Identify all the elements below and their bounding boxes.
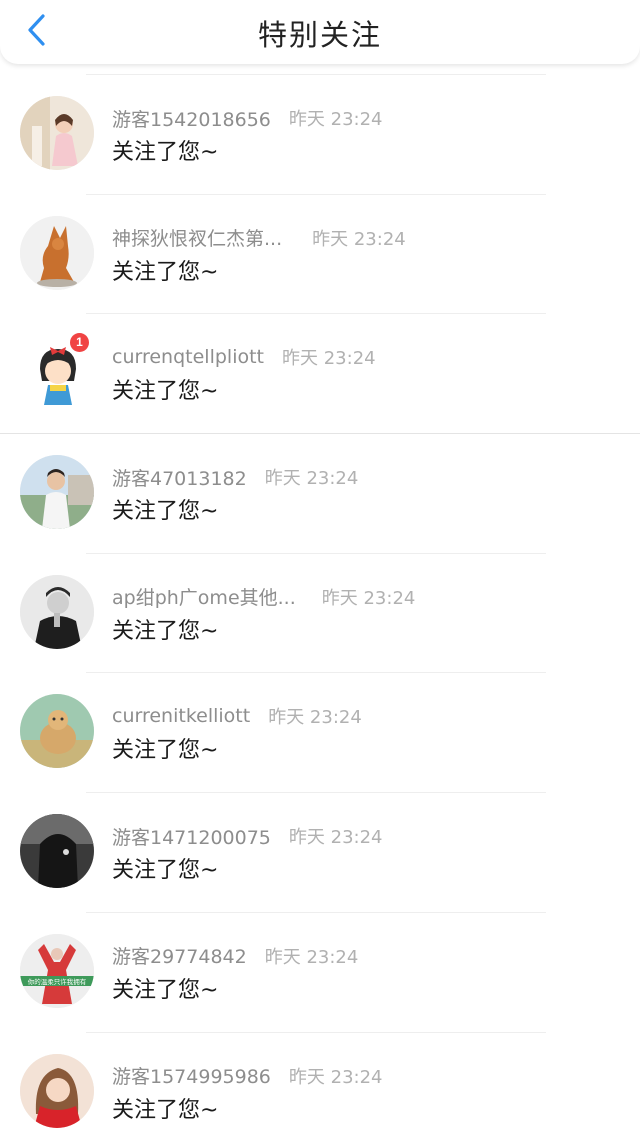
avatar[interactable]: [20, 694, 94, 769]
list-item[interactable]: 1 currenqtellpliott 昨天 23:24 关注了您~: [0, 313, 640, 433]
list-item[interactable]: 游客1542018656 昨天 23:24 关注了您~: [0, 74, 640, 194]
name-line: ap绀ph广ome其他... 昨天 23:24: [112, 584, 415, 610]
list-item[interactable]: currenitkelliott 昨天 23:24 关注了您~: [0, 672, 640, 792]
timestamp: 昨天 23:24: [288, 827, 383, 849]
message-text: 关注了您~: [112, 977, 219, 1003]
avatar-man-bw: [20, 574, 94, 649]
divider: [86, 552, 546, 554]
avatar-dog-field: [20, 694, 94, 769]
user-name[interactable]: 游客1574995986: [112, 1062, 271, 1089]
avatar[interactable]: [20, 574, 94, 649]
message-text: 关注了您~: [112, 259, 219, 285]
divider: [0, 433, 640, 435]
avatar-woman-scarf: [20, 1053, 94, 1128]
user-name[interactable]: 游客47013182: [112, 464, 247, 491]
timestamp: 昨天 23:24: [282, 348, 376, 370]
user-name[interactable]: 游客29774842: [112, 942, 247, 969]
avatar[interactable]: [20, 215, 94, 290]
list-item[interactable]: 游客47013182 昨天 23:24 关注了您~: [0, 433, 640, 553]
avatar[interactable]: [20, 96, 94, 170]
name-line: 神探狄恨衩仁杰第... 昨天 23:24: [112, 225, 406, 251]
list-item[interactable]: 你的温柔只许我拥有 游客29774842 昨天 23:24 关注了您~: [0, 911, 640, 1032]
divider: [86, 672, 546, 674]
user-name[interactable]: currenqtellpliott: [112, 346, 264, 368]
user-name[interactable]: 游客1471200075: [112, 823, 271, 850]
message-text: 关注了您~: [112, 379, 219, 405]
avatar-red-figure: 你的温柔只许我拥有: [20, 933, 94, 1008]
top-bar: 特别关注: [0, 0, 640, 64]
name-line: 游客47013182 昨天 23:24: [112, 464, 358, 490]
user-name[interactable]: ap绀ph广ome其他...: [112, 583, 296, 610]
message-text: 关注了您~: [112, 738, 219, 764]
name-line: currenqtellpliott 昨天 23:24: [112, 344, 376, 370]
avatar[interactable]: 你的温柔只许我拥有: [20, 933, 94, 1008]
divider: [86, 911, 546, 913]
avatar[interactable]: [20, 814, 94, 889]
name-line: 游客1471200075 昨天 23:24: [112, 823, 383, 849]
avatar-girl-photo: [20, 96, 94, 170]
user-name[interactable]: 游客1542018656: [112, 105, 271, 132]
avatar[interactable]: [20, 455, 94, 530]
avatar-caption: 你的温柔只许我拥有: [28, 977, 87, 986]
timestamp: 昨天 23:24: [264, 468, 359, 490]
name-line: 游客29774842 昨天 23:24: [112, 943, 358, 969]
list-item[interactable]: 神探狄恨衩仁杰第... 昨天 23:24 关注了您~: [0, 193, 640, 314]
timestamp: 昨天 23:24: [264, 946, 359, 968]
avatar-dark-hood: [20, 814, 94, 889]
divider: [86, 74, 546, 75]
timestamp: 昨天 23:24: [268, 707, 362, 729]
page-title: 特别关注: [257, 18, 382, 52]
divider: [86, 1031, 546, 1033]
user-name[interactable]: currenitkelliott: [112, 705, 250, 727]
list-item[interactable]: ap绀ph广ome其他... 昨天 23:24 关注了您~: [0, 552, 640, 673]
user-name[interactable]: 神探狄恨衩仁杰第...: [112, 224, 282, 251]
message-text: 关注了您~: [112, 618, 219, 644]
list-item[interactable]: 游客1471200075 昨天 23:24 关注了您~: [0, 792, 640, 912]
divider: [86, 193, 546, 195]
timestamp: 昨天 23:24: [312, 228, 406, 250]
timestamp: 昨天 23:24: [288, 1066, 383, 1088]
timestamp: 昨天 23:24: [288, 109, 383, 130]
timestamp: 昨天 23:24: [321, 587, 416, 609]
message-text: 关注了您~: [112, 140, 219, 165]
avatar-boy-photo: [20, 455, 94, 530]
divider: [86, 313, 546, 315]
message-text: 关注了您~: [112, 499, 219, 525]
avatar-dog-figurine: [20, 215, 94, 290]
name-line: currenitkelliott 昨天 23:24: [112, 703, 362, 729]
divider: [86, 792, 546, 794]
list-item[interactable]: 游客1574995986 昨天 23:24 关注了您~: [0, 1031, 640, 1136]
avatar[interactable]: [20, 1053, 94, 1128]
name-line: 游客1542018656 昨天 23:24: [112, 105, 383, 131]
message-text: 关注了您~: [112, 1097, 219, 1123]
name-line: 游客1574995986 昨天 23:24: [112, 1063, 383, 1089]
message-text: 关注了您~: [112, 858, 219, 884]
follower-list: 游客1542018656 昨天 23:24 关注了您~ 神探狄恨衩仁杰第... …: [0, 74, 640, 1136]
